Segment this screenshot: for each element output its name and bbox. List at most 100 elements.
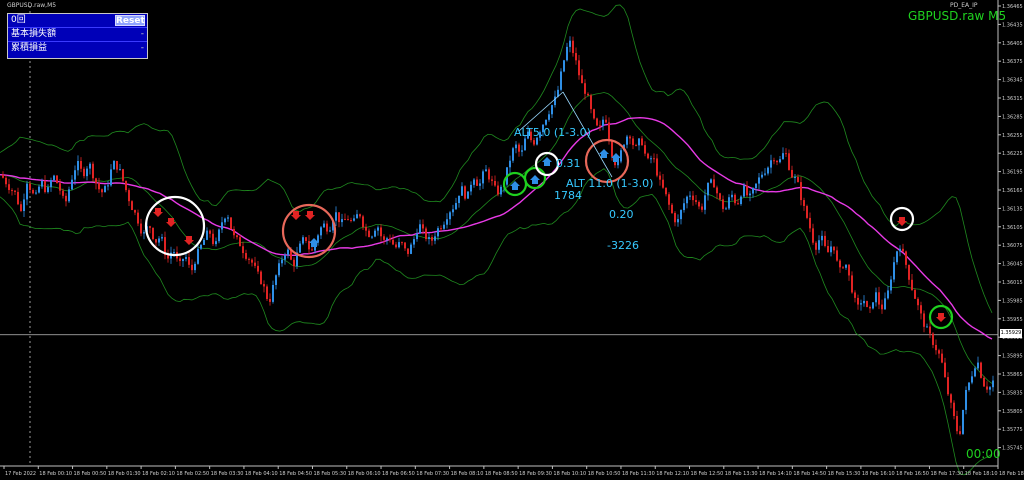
y-tick-label: 1.35955 [1002, 317, 1023, 323]
candle-body [914, 290, 916, 299]
candle-body [725, 208, 727, 210]
candle-body [470, 184, 472, 192]
candle-body [434, 236, 436, 241]
candle-body [560, 71, 562, 90]
candle-body [392, 239, 394, 245]
candle-body [32, 189, 34, 194]
candle-body [476, 179, 478, 186]
candle-body [776, 160, 778, 163]
x-tick-label: 18 Feb 00:50 [74, 471, 107, 477]
candle-body [308, 240, 310, 250]
candle-body [932, 333, 934, 345]
candle-body [698, 201, 700, 207]
candle-body [20, 204, 22, 212]
candle-body [545, 119, 547, 125]
candle-body [491, 179, 493, 181]
window-title: GBPUSD.raw,M5 [7, 2, 57, 9]
candle-body [407, 248, 409, 254]
candle-body [659, 175, 661, 180]
candle-body [713, 179, 715, 188]
y-tick-label: 1.35865 [1002, 372, 1023, 378]
candle-body [731, 194, 733, 198]
candle-body [104, 186, 106, 193]
annotation-value-negative: -3226 [607, 239, 639, 252]
candle-body [62, 190, 64, 196]
candle-body [47, 187, 49, 193]
cumulative-pl-label: 累積損益 [11, 43, 48, 53]
y-tick-label: 1.36315 [1002, 96, 1023, 102]
candle-body [968, 382, 970, 390]
candle-body [821, 235, 823, 241]
candle-body [902, 248, 904, 252]
candle-body [200, 244, 202, 249]
candle-body [611, 140, 613, 157]
candle-body [113, 160, 115, 170]
candle-body [458, 195, 460, 204]
x-tick-label: 18 Feb 02:10 [142, 471, 175, 477]
candle-body [272, 284, 274, 302]
candle-body [572, 40, 574, 54]
candle-body [632, 138, 634, 146]
y-tick-label: 1.36165 [1002, 188, 1023, 194]
candle-body [905, 251, 907, 265]
y-tick-label: 1.36045 [1002, 262, 1023, 268]
candle-body [17, 191, 19, 205]
candle-body [473, 179, 475, 185]
candle-body [605, 119, 607, 123]
candle-body [35, 192, 37, 194]
candle-body [71, 179, 73, 190]
candle-body [293, 259, 295, 267]
candle-body [206, 230, 208, 240]
candle-body [29, 183, 31, 190]
x-tick-label: 18 Feb 07:30 [416, 471, 449, 477]
candle-body [128, 190, 130, 202]
candle-body [749, 193, 751, 196]
candle-body [704, 195, 706, 210]
candle-body [38, 186, 40, 193]
candle-body [788, 153, 790, 170]
candle-body [77, 160, 79, 171]
reset-button[interactable]: Reset [115, 15, 145, 26]
candle-body [680, 210, 682, 220]
y-tick-label: 1.35835 [1002, 390, 1023, 396]
candle-body [155, 239, 157, 243]
candle-body [440, 228, 442, 230]
candle-body [812, 228, 814, 243]
candle-body [584, 83, 586, 94]
trade-panel: 0回 Reset 基本損失額 - 累積損益 - [7, 13, 148, 59]
y-tick-label: 1.36435 [1002, 22, 1023, 28]
candle-body [593, 109, 595, 119]
candle-body [389, 238, 391, 240]
candle-body [422, 224, 424, 229]
candle-body [779, 159, 781, 163]
candle-body [590, 95, 592, 110]
candle-body [845, 264, 847, 268]
candle-body [566, 46, 568, 61]
candle-body [131, 201, 133, 211]
current-price-tag: 1.35929 [1000, 329, 1022, 338]
candle-body [863, 300, 865, 304]
candle-body [5, 177, 7, 185]
x-tick-label: 18 Feb 12:50 [691, 471, 724, 477]
candle-body [242, 246, 244, 254]
candle-body [281, 259, 283, 264]
candle-body [755, 183, 757, 188]
candle-body [467, 191, 469, 199]
candle-body [662, 179, 664, 188]
candle-body [935, 344, 937, 351]
candle-body [857, 297, 859, 305]
candle-body [437, 228, 439, 237]
candle-body [668, 194, 670, 205]
candle-body [83, 168, 85, 177]
candle-body [926, 326, 928, 328]
candle-body [89, 163, 91, 169]
candle-body [356, 214, 358, 219]
candle-body [230, 217, 232, 230]
candle-body [923, 313, 925, 327]
candle-body [740, 196, 742, 205]
candle-body [983, 377, 985, 387]
candle-body [563, 60, 565, 72]
candle-body [446, 219, 448, 225]
price-chart[interactable]: 1.364651.364351.364051.363751.363451.363… [0, 0, 1024, 480]
candle-body [569, 40, 571, 47]
